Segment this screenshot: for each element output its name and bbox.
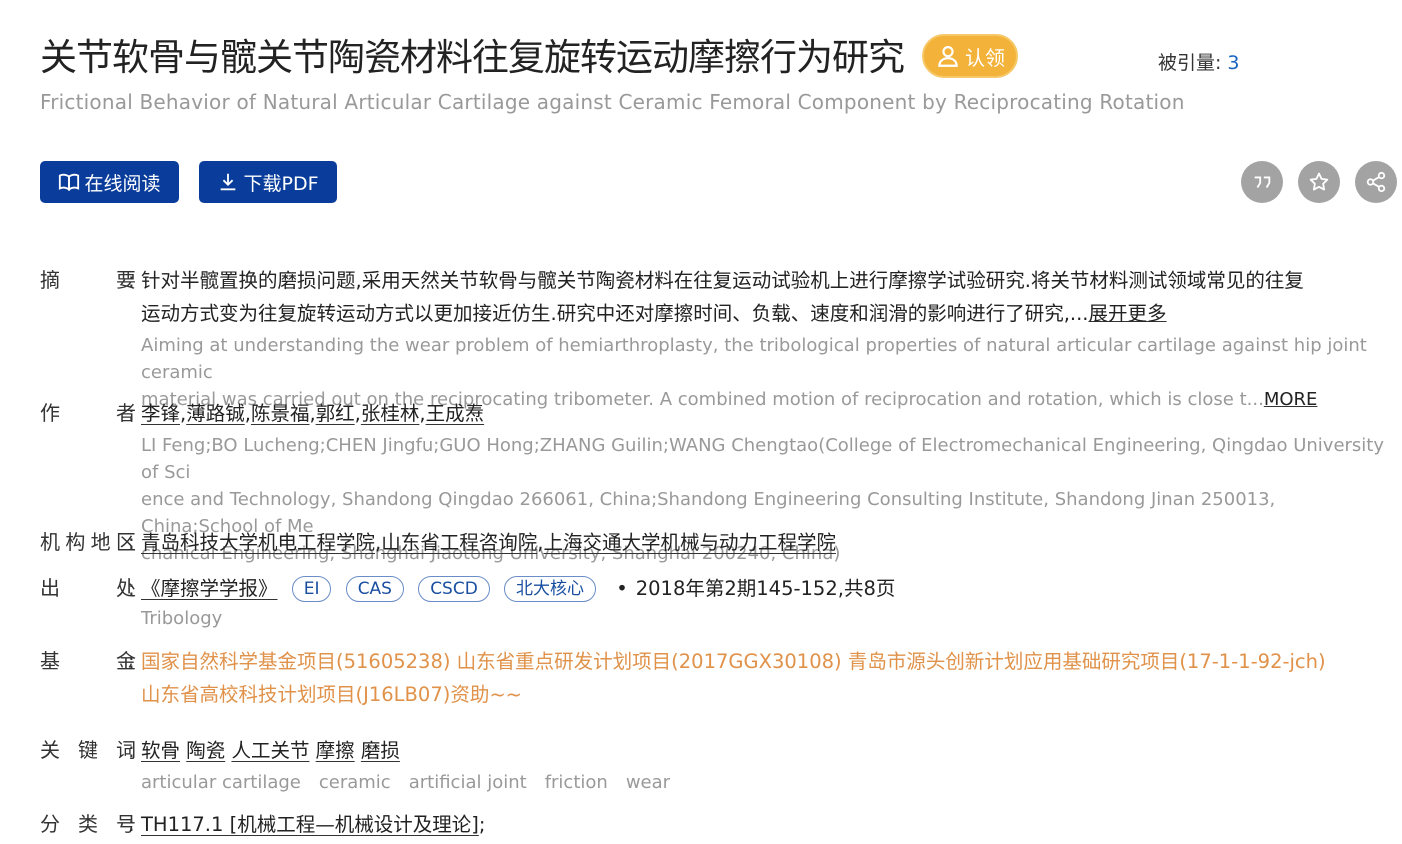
page-title: 关节软骨与髋关节陶瓷材料往复旋转运动摩擦行为研究: [40, 36, 905, 79]
index-tag-cas[interactable]: CAS: [345, 576, 404, 602]
source-line: 《摩擦学学报》 EI CAS CSCD 北大核心 • 2018年第2期145-15…: [141, 572, 1394, 605]
keyword-link[interactable]: 软骨: [141, 739, 180, 762]
funding-label: 基 金: [40, 649, 136, 673]
share-icon: [1366, 171, 1386, 193]
abstract-cn-line: 针对半髋置换的磨损问题,采用天然关节软骨与髋关节陶瓷材料在往复运动试验机上进行摩…: [141, 269, 1304, 292]
keyword-link[interactable]: 磨损: [361, 739, 400, 762]
institution-link[interactable]: 山东省工程咨询院: [381, 531, 537, 554]
index-tag-ei[interactable]: EI: [291, 576, 332, 602]
abstract-label: 摘 要: [40, 268, 136, 292]
colon: :: [128, 649, 135, 673]
institution-link[interactable]: 青岛科技大学机电工程学院: [141, 531, 375, 554]
abstract-content: 针对半髋置换的磨损问题,采用天然关节软骨与髋关节陶瓷材料在往复运动试验机上进行摩…: [141, 264, 1394, 413]
citation-count: 被引量: 3: [1158, 48, 1240, 75]
institutions-content: 青岛科技大学机电工程学院,山东省工程咨询院,上海交通大学机械与动力工程学院: [141, 526, 1394, 559]
colon: :: [128, 530, 135, 554]
user-icon: [938, 46, 958, 67]
read-online-label: 在线阅读: [84, 172, 161, 195]
institution-link[interactable]: 上海交通大学机械与动力工程学院: [543, 531, 836, 554]
claim-button[interactable]: 认领: [922, 34, 1018, 78]
issue-info: 2018年第2期145-152,共8页: [635, 577, 896, 600]
title-row: 关节软骨与髋关节陶瓷材料往复旋转运动摩擦行为研究 认领 被引量: 3: [40, 30, 1382, 86]
funding-content: 国家自然科学基金项目(51605238) 山东省重点研发计划项目(2017GGX…: [141, 645, 1394, 711]
english-title: Frictional Behavior of Natural Articular…: [40, 90, 1185, 114]
keywords-en: articular cartilage ceramic artificial joi…: [141, 769, 1394, 796]
funding-line2[interactable]: 山东省高校科技计划项目(J16LB07)资助~~: [141, 678, 1394, 711]
download-pdf-button[interactable]: 下载PDF: [199, 161, 337, 203]
download-icon: [221, 173, 236, 191]
author-link[interactable]: 薄路铖: [186, 402, 245, 425]
journal-link[interactable]: 《摩擦学学报》: [141, 577, 278, 600]
abstract-en-line: Aiming at understanding the wear problem…: [141, 335, 1367, 383]
quote-icon: [1254, 176, 1271, 188]
keyword-en[interactable]: artificial joint: [409, 772, 527, 793]
source-label: 出 处: [40, 576, 136, 600]
bullet-separator: •: [616, 577, 628, 600]
cited-label: 被引量:: [1158, 52, 1222, 74]
classification-code-link[interactable]: TH117.1 [机械工程—机械设计及理论]: [141, 813, 479, 836]
keywords-cn: 软骨 陶瓷 人工关节 摩擦 磨损: [141, 734, 1394, 767]
authors-label: 作 者: [40, 401, 136, 425]
keywords-label: 关 键 词: [40, 738, 136, 762]
favorite-button[interactable]: [1298, 161, 1340, 203]
download-pdf-label: 下载PDF: [243, 172, 319, 195]
colon: :: [128, 576, 135, 600]
author-list: 李锋,薄路铖,陈景福,郭红,张桂林,王成焘: [141, 397, 1394, 430]
colon: :: [128, 738, 135, 762]
keyword-en[interactable]: wear: [626, 772, 670, 793]
author-link[interactable]: 陈景福: [251, 402, 310, 425]
authors-en-line: LI Feng;BO Lucheng;CHEN Jingfu;GUO Hong;…: [141, 435, 1385, 483]
classification-label: 分 类 号: [40, 812, 136, 836]
keyword-en[interactable]: friction: [545, 772, 608, 793]
author-link[interactable]: 李锋: [141, 402, 180, 425]
cite-button[interactable]: [1241, 161, 1283, 203]
funding-line[interactable]: 国家自然科学基金项目(51605238) 山东省重点研发计划项目(2017GGX…: [141, 645, 1394, 678]
colon: :: [128, 401, 135, 425]
claim-label: 认领: [965, 45, 1005, 70]
author-link[interactable]: 郭红: [316, 402, 355, 425]
index-tag-cscd[interactable]: CSCD: [418, 576, 490, 602]
cited-count-link[interactable]: 3: [1227, 52, 1239, 74]
colon: :: [128, 268, 135, 292]
colon: :: [128, 812, 135, 836]
journal-en-name: Tribology: [141, 608, 223, 629]
abstract-cn-line2: 运动方式变为往复旋转运动方式以更加接近仿生.研究中还对摩擦时间、负载、速度和润滑…: [141, 297, 1394, 330]
keyword-link[interactable]: 摩擦: [316, 739, 355, 762]
expand-more-link[interactable]: 展开更多: [1089, 302, 1167, 325]
author-link[interactable]: 王成焘: [426, 402, 485, 425]
star-icon: [1309, 172, 1329, 191]
institutions-label: 机构地区: [40, 530, 136, 554]
abstract-cn-text: 运动方式变为往复旋转运动方式以更加接近仿生.研究中还对摩擦时间、负载、速度和润滑…: [141, 302, 1089, 325]
share-button[interactable]: [1355, 161, 1397, 203]
keyword-en[interactable]: articular cartilage: [141, 772, 301, 793]
keyword-link[interactable]: 人工关节: [231, 739, 309, 762]
book-icon: [59, 173, 80, 191]
index-tag-pku-core[interactable]: 北大核心: [504, 576, 597, 602]
read-online-button[interactable]: 在线阅读: [40, 161, 179, 203]
classification-content: TH117.1 [机械工程—机械设计及理论];: [141, 808, 1394, 841]
source-content: 《摩擦学学报》 EI CAS CSCD 北大核心 • 2018年第2期145-15…: [141, 572, 1394, 632]
keyword-link[interactable]: 陶瓷: [186, 739, 225, 762]
classification-suffix: ;: [478, 813, 486, 836]
keyword-en[interactable]: ceramic: [319, 772, 391, 793]
author-link[interactable]: 张桂林: [361, 402, 420, 425]
keywords-content: 软骨 陶瓷 人工关节 摩擦 磨损 articular cartilage cera…: [141, 734, 1394, 796]
